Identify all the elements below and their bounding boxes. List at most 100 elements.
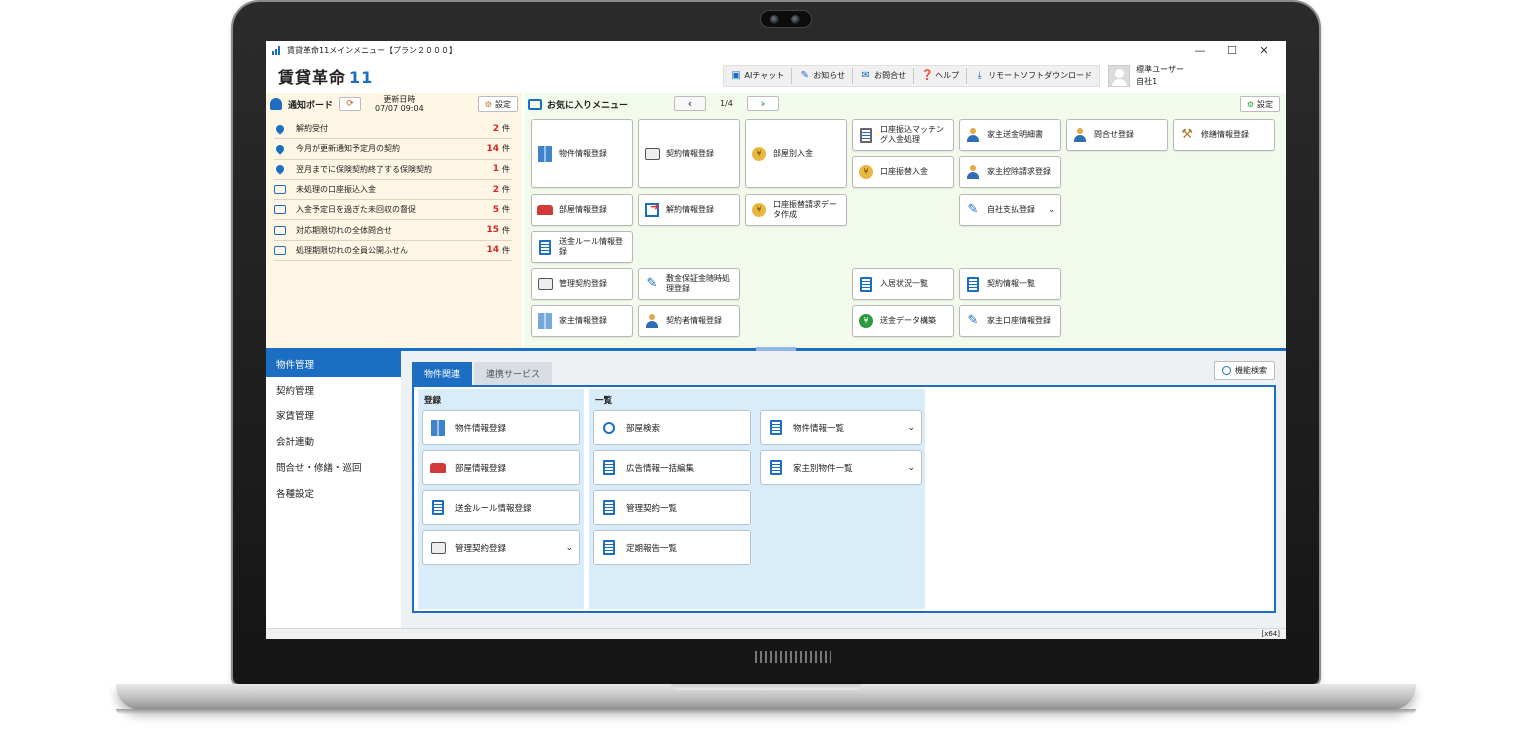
next-page-button[interactable]: › (746, 96, 779, 111)
app-window: 賃貸革命11メインメニュー【プラン２０００】 — ☐ ✕ 賃貸革命 11 ▣ AIチ… (266, 41, 1286, 639)
fav-cancel-register-button[interactable]: 解約情報登録 (638, 194, 740, 226)
list-doc-icon (767, 459, 785, 477)
property-list-button[interactable]: 物件情報一覧 ⌄ (760, 410, 922, 445)
list-item[interactable]: 入金予定日を過ぎた未回収の督促 5 件 (274, 200, 512, 221)
matching-doc-icon (858, 127, 874, 143)
chevron-down-icon: ⌄ (907, 422, 915, 433)
room-search-button[interactable]: 部屋検索 (593, 410, 751, 445)
tab-property-related[interactable]: 物件関連 (412, 362, 473, 385)
list-item[interactable]: 未処理の口座振込入金 2 件 (274, 180, 512, 201)
inquiry-person-icon (1072, 127, 1088, 143)
fav-deposit-process-button[interactable]: ✎ 敷金保証金随時処理登録 (638, 268, 740, 300)
room-register-button[interactable]: 部屋情報登録 (422, 450, 580, 485)
yen-download-icon: ¥ (751, 146, 767, 162)
remit-rule-register-button[interactable]: 送金ルール情報登録 (422, 490, 580, 525)
nav-item-settings[interactable]: 各種設定 (266, 480, 401, 506)
fav-transfer-matching-button[interactable]: 口座振込マッチング入金処理 (852, 119, 954, 151)
favorites-title: お気に入りメニュー (547, 100, 629, 111)
fav-repair-register-button[interactable]: ⚒ 修繕情報登録 (1173, 119, 1275, 151)
fav-company-payment-button[interactable]: ✎ 自社支払登録 ⌄ (959, 194, 1061, 226)
page-indicator: 1/4 (720, 99, 733, 108)
settings-icon: ⚙ (484, 99, 492, 109)
nav-item-contract[interactable]: 契約管理 (266, 377, 401, 403)
app-header: 賃貸革命 11 ▣ AIチャット ✎ お知らせ ✉ お問合せ ❓ ヘルプ ⤓ リモートソフト… (266, 60, 1286, 91)
fav-owner-register-button[interactable]: 家主情報登録 (531, 305, 633, 337)
fav-remit-data-button[interactable]: ¥ 送金データ構築 (852, 305, 954, 337)
remote-download-button[interactable]: ⤓ リモートソフトダウンロード (967, 68, 1099, 84)
fav-management-contract-button[interactable]: 管理契約登録 (531, 268, 633, 300)
management-contract-register-button[interactable]: 管理契約登録 ⌄ (422, 530, 580, 565)
favorites-settings-button[interactable]: ⚙ 設定 (1239, 96, 1280, 112)
tab-linked-services[interactable]: 連携サービス (474, 362, 553, 385)
property-register-button[interactable]: 物件情報登録 (422, 410, 580, 445)
bank-card-icon (274, 185, 286, 195)
fav-owner-deduction-button[interactable]: 家主控除請求登録 (959, 156, 1061, 188)
fav-contract-register-button[interactable]: 契約情報登録 (638, 119, 740, 188)
management-contract-list-button[interactable]: 管理契約一覧 (593, 490, 751, 525)
list-doc-icon (600, 499, 618, 517)
fav-room-payment-button[interactable]: ¥ 部屋別入金 (745, 119, 847, 188)
list-item[interactable]: 対応期限切れの全体問合せ 15 件 (274, 220, 512, 241)
updated-at: 更新日時 07/07 09:04 (375, 95, 424, 113)
list-item[interactable]: 今月が更新通知予定月の契約 14 件 (274, 139, 512, 160)
list-item[interactable]: 解約受付 2 件 (274, 119, 512, 140)
fav-tenant-register-button[interactable]: 契約者情報登録 (638, 305, 740, 337)
sticky-note-icon (274, 245, 286, 255)
avatar (1108, 64, 1131, 87)
close-button[interactable]: ✕ (1248, 44, 1280, 57)
fav-room-register-button[interactable]: 部屋情報登録 (531, 194, 633, 226)
fav-contract-list-button[interactable]: 契約情報一覧 (959, 268, 1061, 300)
notify-list: 解約受付 2 件 今月が更新通知予定月の契約 14 件 翌月までに保険契約終了する保険契… (266, 119, 522, 262)
fav-inquiry-register-button[interactable]: 問合せ登録 (1066, 119, 1168, 151)
statement-icon (965, 127, 981, 143)
download-icon: ⤓ (977, 70, 982, 81)
chevron-down-icon: ⌄ (907, 462, 915, 473)
notify-board-title: 通知ボード (288, 100, 334, 111)
ai-chat-button[interactable]: ▣ AIチャット (724, 67, 793, 84)
function-search-button[interactable]: 機能検索 (1214, 361, 1275, 380)
fav-owner-account-button[interactable]: ✎ 家主口座情報登録 (959, 305, 1061, 337)
nav-item-accounting[interactable]: 会計連動 (266, 428, 401, 454)
fav-remit-rule-button[interactable]: 送金ルール情報登録 (531, 231, 633, 263)
user-info[interactable]: 標準ユーザー 自社1 (1108, 64, 1274, 88)
owner-property-list-button[interactable]: 家主別物件一覧 ⌄ (760, 450, 922, 485)
inquiry-button[interactable]: ✉ お問合せ (853, 67, 915, 84)
nav-item-inquiry-repair[interactable]: 問合せ・修繕・巡回 (266, 454, 401, 480)
title-bar: 賃貸革命11メインメニュー【プラン２０００】 — ☐ ✕ (266, 41, 1286, 60)
speaker-grille (755, 651, 831, 663)
help-button[interactable]: ❓ ヘルプ (914, 67, 968, 84)
camera-sensor-icon (791, 15, 800, 24)
notify-settings-button[interactable]: ⚙ 設定 (477, 96, 518, 112)
fav-occupancy-list-button[interactable]: 入居状況一覧 (852, 268, 954, 300)
list-item[interactable]: 翌月までに保険契約終了する保険契約 1 件 (274, 160, 512, 180)
nav-item-property[interactable]: 物件管理 (266, 351, 401, 377)
notice-button[interactable]: ✎ お知らせ (792, 67, 854, 84)
app-logo-icon (272, 46, 282, 55)
user-company: 自社1 (1136, 76, 1158, 86)
tab-content: 登録 一覧 物件情報登録 部屋情報登録 送金ルール情報登録 管理契約登録 ⌄ 部屋… (412, 385, 1276, 613)
nav-item-rent[interactable]: 家賃管理 (266, 403, 401, 429)
list-item[interactable]: 処理期限切れの全員公開ふせん 14 件 (274, 241, 512, 262)
heart-icon (274, 163, 286, 175)
header-toolbar: ▣ AIチャット ✎ お知らせ ✉ お問合せ ❓ ヘルプ ⤓ リモートソフトダウンロード (722, 64, 1101, 87)
settings-icon: ⚙ (1246, 99, 1254, 109)
owner-building-icon (537, 313, 553, 329)
prev-page-button[interactable]: ‹ (674, 96, 706, 111)
minimize-button[interactable]: — (1184, 44, 1216, 57)
fav-debit-payment-button[interactable]: ¥ 口座振替入金 (852, 156, 954, 188)
refresh-button[interactable]: ⟳ (339, 97, 362, 111)
maximize-button[interactable]: ☐ (1216, 44, 1248, 57)
rule-doc-icon (429, 499, 447, 517)
ad-bulk-edit-button[interactable]: 広告情報一括編集 (593, 450, 751, 485)
fav-property-register-button[interactable]: 物件情報登録 (531, 119, 633, 188)
list-doc-icon (858, 276, 874, 292)
fav-owner-statement-button[interactable]: 家主送金明細書 (959, 119, 1061, 151)
pen-icon: ✎ (967, 313, 979, 328)
webcam (760, 10, 812, 28)
chevron-down-icon: ⌄ (1048, 205, 1055, 214)
pen-icon: ✎ (646, 276, 658, 291)
list-doc-icon (965, 276, 981, 292)
fav-transfer-request-button[interactable]: ¥ 口座振替請求データ作成 (745, 194, 847, 226)
periodic-report-list-button[interactable]: 定期報告一覧 (593, 530, 751, 565)
logo-number: 11 (349, 67, 374, 87)
